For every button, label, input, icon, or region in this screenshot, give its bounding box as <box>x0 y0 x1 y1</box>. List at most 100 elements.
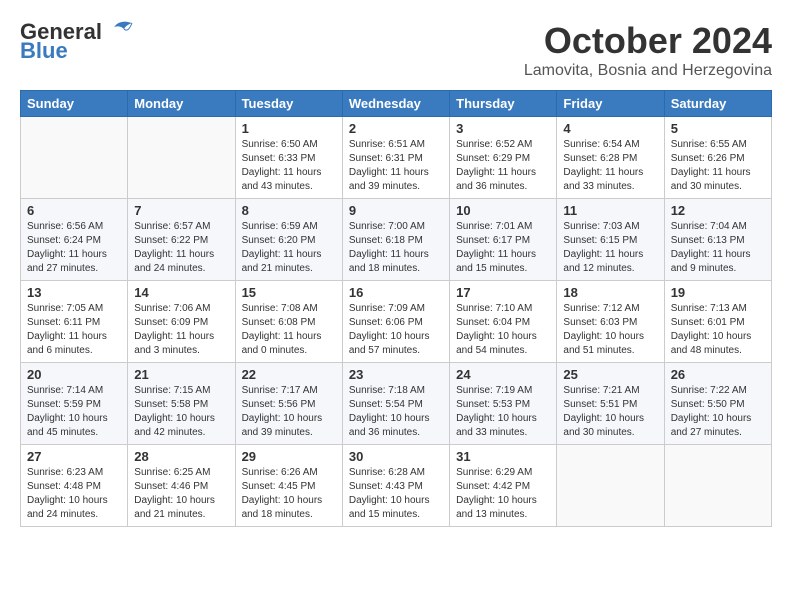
day-info: Sunrise: 7:15 AM Sunset: 5:58 PM Dayligh… <box>134 384 228 440</box>
day-number: 6 <box>27 203 121 218</box>
calendar-cell: 23Sunrise: 7:18 AM Sunset: 5:54 PM Dayli… <box>342 363 449 445</box>
page-header: General Blue October 2024 Lamovita, Bosn… <box>20 20 772 80</box>
day-info: Sunrise: 7:17 AM Sunset: 5:56 PM Dayligh… <box>242 384 336 440</box>
day-info: Sunrise: 7:14 AM Sunset: 5:59 PM Dayligh… <box>27 384 121 440</box>
day-info: Sunrise: 6:23 AM Sunset: 4:48 PM Dayligh… <box>27 466 121 522</box>
calendar-cell <box>128 117 235 199</box>
header-saturday: Saturday <box>664 91 771 117</box>
day-info: Sunrise: 7:01 AM Sunset: 6:17 PM Dayligh… <box>456 220 550 276</box>
calendar-week-3: 13 Sunrise: 7:05 AM Sunset: 6:11 PM Dayli… <box>21 281 772 363</box>
day-number: 27 <box>27 449 121 464</box>
day-info: Sunrise: 7:10 AM Sunset: 6:04 PM Dayligh… <box>456 302 550 358</box>
day-info: Sunrise: 7:00 AM Sunset: 6:18 PM Dayligh… <box>349 220 443 276</box>
day-number: 14 <box>134 285 228 300</box>
day-number: 7 <box>134 203 228 218</box>
header-monday: Monday <box>128 91 235 117</box>
day-info: Sunrise: 7:06 AM Sunset: 6:09 PM Dayligh… <box>134 302 228 358</box>
day-number: 17 <box>456 285 550 300</box>
header-thursday: Thursday <box>450 91 557 117</box>
day-number: 25 <box>563 367 657 382</box>
day-number: 16 <box>349 285 443 300</box>
day-number: 5 <box>671 121 765 136</box>
day-number: 13 <box>27 285 121 300</box>
month-title: October 2024 <box>524 20 772 62</box>
day-info: Sunrise: 7:04 AM Sunset: 6:13 PM Dayligh… <box>671 220 765 276</box>
day-number: 31 <box>456 449 550 464</box>
day-number: 1 <box>242 121 336 136</box>
header-tuesday: Tuesday <box>235 91 342 117</box>
calendar-cell: 7 Sunrise: 6:57 AM Sunset: 6:22 PM Daylig… <box>128 199 235 281</box>
calendar-cell: 2 Sunrise: 6:51 AM Sunset: 6:31 PM Daylig… <box>342 117 449 199</box>
calendar-cell: 19 Sunrise: 7:13 AM Sunset: 6:01 PM Dayli… <box>664 281 771 363</box>
day-info: Sunrise: 6:59 AM Sunset: 6:20 PM Dayligh… <box>242 220 336 276</box>
calendar-cell <box>21 117 128 199</box>
calendar-cell: 3 Sunrise: 6:52 AM Sunset: 6:29 PM Daylig… <box>450 117 557 199</box>
calendar-table: SundayMondayTuesdayWednesdayThursdayFrid… <box>20 90 772 527</box>
day-number: 12 <box>671 203 765 218</box>
day-info: Sunrise: 7:13 AM Sunset: 6:01 PM Dayligh… <box>671 302 765 358</box>
day-info: Sunrise: 7:19 AM Sunset: 5:53 PM Dayligh… <box>456 384 550 440</box>
calendar-cell <box>664 445 771 527</box>
day-number: 8 <box>242 203 336 218</box>
calendar-cell: 25 Sunrise: 7:21 AM Sunset: 5:51 PM Dayli… <box>557 363 664 445</box>
calendar-cell: 9Sunrise: 7:00 AM Sunset: 6:18 PM Daylig… <box>342 199 449 281</box>
day-info: Sunrise: 6:55 AM Sunset: 6:26 PM Dayligh… <box>671 138 765 194</box>
calendar-cell: 8 Sunrise: 6:59 AM Sunset: 6:20 PM Daylig… <box>235 199 342 281</box>
logo-bird-icon <box>104 19 136 41</box>
day-info: Sunrise: 7:21 AM Sunset: 5:51 PM Dayligh… <box>563 384 657 440</box>
day-info: Sunrise: 6:28 AM Sunset: 4:43 PM Dayligh… <box>349 466 443 522</box>
day-number: 15 <box>242 285 336 300</box>
header-wednesday: Wednesday <box>342 91 449 117</box>
calendar-cell: 13 Sunrise: 7:05 AM Sunset: 6:11 PM Dayli… <box>21 281 128 363</box>
calendar-week-4: 20Sunrise: 7:14 AM Sunset: 5:59 PM Dayli… <box>21 363 772 445</box>
day-info: Sunrise: 7:05 AM Sunset: 6:11 PM Dayligh… <box>27 302 121 358</box>
calendar-cell: 17 Sunrise: 7:10 AM Sunset: 6:04 PM Dayli… <box>450 281 557 363</box>
calendar-cell: 29 Sunrise: 6:26 AM Sunset: 4:45 PM Dayli… <box>235 445 342 527</box>
calendar-cell: 24 Sunrise: 7:19 AM Sunset: 5:53 PM Dayli… <box>450 363 557 445</box>
day-info: Sunrise: 6:26 AM Sunset: 4:45 PM Dayligh… <box>242 466 336 522</box>
day-info: Sunrise: 6:29 AM Sunset: 4:42 PM Dayligh… <box>456 466 550 522</box>
day-info: Sunrise: 6:52 AM Sunset: 6:29 PM Dayligh… <box>456 138 550 194</box>
calendar-week-2: 6 Sunrise: 6:56 AM Sunset: 6:24 PM Daylig… <box>21 199 772 281</box>
day-number: 30 <box>349 449 443 464</box>
day-info: Sunrise: 6:51 AM Sunset: 6:31 PM Dayligh… <box>349 138 443 194</box>
calendar-cell: 12 Sunrise: 7:04 AM Sunset: 6:13 PM Dayli… <box>664 199 771 281</box>
day-info: Sunrise: 7:22 AM Sunset: 5:50 PM Dayligh… <box>671 384 765 440</box>
day-info: Sunrise: 7:08 AM Sunset: 6:08 PM Dayligh… <box>242 302 336 358</box>
title-area: October 2024 Lamovita, Bosnia and Herzeg… <box>524 20 772 80</box>
calendar-cell: 30 Sunrise: 6:28 AM Sunset: 4:43 PM Dayli… <box>342 445 449 527</box>
calendar-cell: 6 Sunrise: 6:56 AM Sunset: 6:24 PM Daylig… <box>21 199 128 281</box>
calendar-week-5: 27 Sunrise: 6:23 AM Sunset: 4:48 PM Dayli… <box>21 445 772 527</box>
day-info: Sunrise: 7:09 AM Sunset: 6:06 PM Dayligh… <box>349 302 443 358</box>
calendar-cell: 10Sunrise: 7:01 AM Sunset: 6:17 PM Dayli… <box>450 199 557 281</box>
calendar-cell: 16 Sunrise: 7:09 AM Sunset: 6:06 PM Dayli… <box>342 281 449 363</box>
day-number: 21 <box>134 367 228 382</box>
day-number: 28 <box>134 449 228 464</box>
calendar-cell: 15 Sunrise: 7:08 AM Sunset: 6:08 PM Dayli… <box>235 281 342 363</box>
day-info: Sunrise: 6:25 AM Sunset: 4:46 PM Dayligh… <box>134 466 228 522</box>
day-number: 22 <box>242 367 336 382</box>
logo-text-blue: Blue <box>20 38 68 64</box>
day-info: Sunrise: 7:12 AM Sunset: 6:03 PM Dayligh… <box>563 302 657 358</box>
day-info: Sunrise: 6:56 AM Sunset: 6:24 PM Dayligh… <box>27 220 121 276</box>
day-number: 3 <box>456 121 550 136</box>
calendar-header-row: SundayMondayTuesdayWednesdayThursdayFrid… <box>21 91 772 117</box>
calendar-cell: 5 Sunrise: 6:55 AM Sunset: 6:26 PM Daylig… <box>664 117 771 199</box>
logo: General Blue <box>20 20 136 64</box>
day-info: Sunrise: 7:03 AM Sunset: 6:15 PM Dayligh… <box>563 220 657 276</box>
day-number: 2 <box>349 121 443 136</box>
calendar-cell: 27 Sunrise: 6:23 AM Sunset: 4:48 PM Dayli… <box>21 445 128 527</box>
calendar-cell: 26 Sunrise: 7:22 AM Sunset: 5:50 PM Dayli… <box>664 363 771 445</box>
calendar-week-1: 1Sunrise: 6:50 AM Sunset: 6:33 PM Daylig… <box>21 117 772 199</box>
calendar-cell: 14 Sunrise: 7:06 AM Sunset: 6:09 PM Dayli… <box>128 281 235 363</box>
day-number: 29 <box>242 449 336 464</box>
calendar-cell: 22 Sunrise: 7:17 AM Sunset: 5:56 PM Dayli… <box>235 363 342 445</box>
calendar-cell: 11Sunrise: 7:03 AM Sunset: 6:15 PM Dayli… <box>557 199 664 281</box>
day-info: Sunrise: 6:57 AM Sunset: 6:22 PM Dayligh… <box>134 220 228 276</box>
calendar-cell: 21 Sunrise: 7:15 AM Sunset: 5:58 PM Dayli… <box>128 363 235 445</box>
day-number: 24 <box>456 367 550 382</box>
day-number: 26 <box>671 367 765 382</box>
day-number: 23 <box>349 367 443 382</box>
day-number: 4 <box>563 121 657 136</box>
day-number: 19 <box>671 285 765 300</box>
